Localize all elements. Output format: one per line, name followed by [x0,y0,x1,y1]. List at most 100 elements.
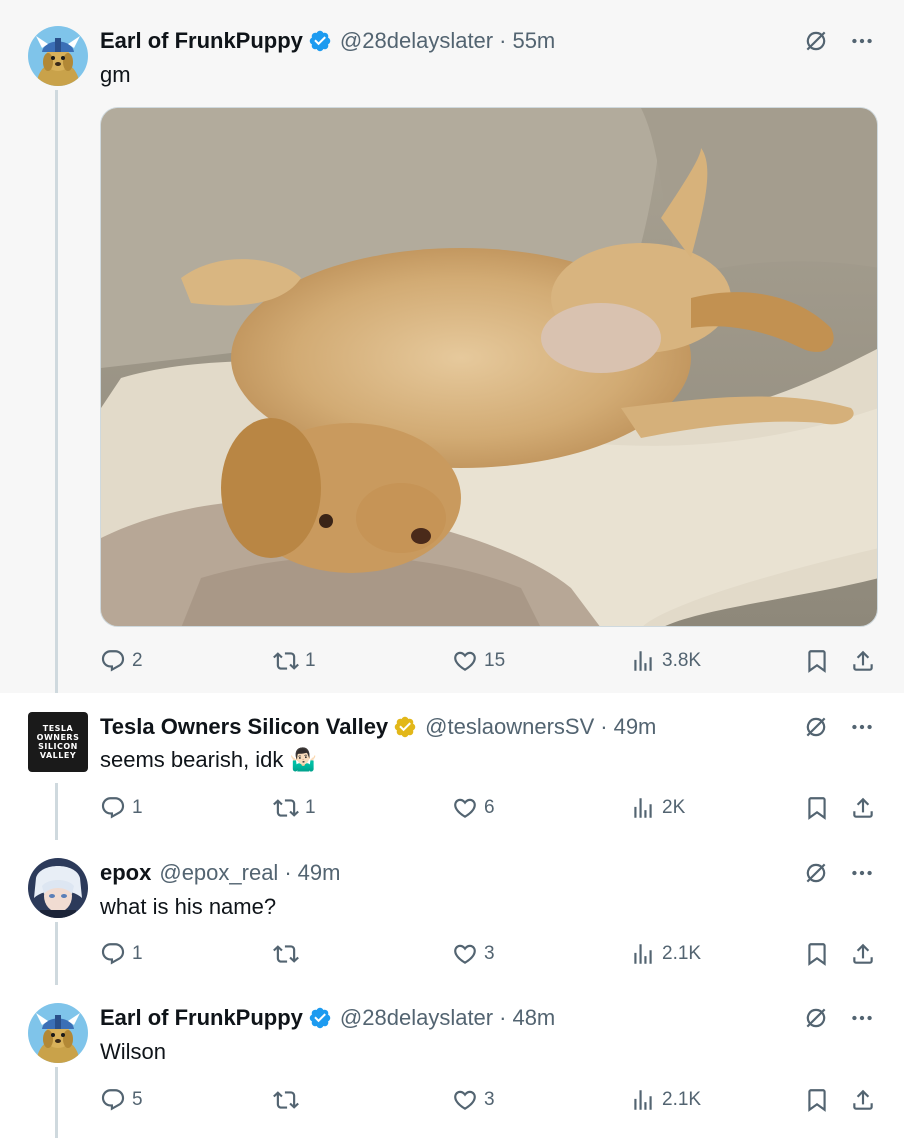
view-count: 2.1K [662,1089,702,1110]
grok-icon[interactable] [802,1004,830,1032]
reply-button[interactable]: 2 [100,646,143,676]
share-icon [850,941,876,967]
reply-button[interactable]: 5 [100,1085,143,1115]
tweet-header: Tesla Owners Silicon Valley @teslaowners… [100,712,656,742]
tweet-3[interactable]: epox @epox_real · 49m what is his name? … [0,840,904,985]
retweet-button[interactable]: 1 [273,646,316,676]
avatar[interactable]: TESLA OWNERS SILICON VALLEY [28,712,88,772]
reply-button[interactable]: 1 [100,793,143,823]
tweet-actions: 5 3 2.1K [100,1085,878,1115]
share-icon [850,795,876,821]
timestamp[interactable]: 49m [298,860,341,886]
timestamp[interactable]: 48m [512,1005,555,1031]
grok-icon[interactable] [802,859,830,887]
separator-dot: · [499,1005,507,1030]
avatar-logo-text: TESLA OWNERS SILICON VALLEY [36,724,80,760]
more-icon[interactable] [848,713,876,741]
more-icon[interactable] [848,27,876,55]
tweet-header: epox @epox_real · 49m [100,858,340,888]
separator-dot: · [499,28,507,53]
tweet-header: Earl of FrunkPuppy @28delayslater · 55m [100,26,555,56]
share-button[interactable] [850,793,876,823]
like-count: 3 [484,943,495,964]
bookmark-button[interactable] [804,793,830,823]
grok-icon[interactable] [802,27,830,55]
tweet-top-icons [802,1004,876,1032]
thread-line [55,922,58,985]
avatar[interactable] [28,858,88,918]
shrug-emoji: 🤷🏻‍♂️ [289,747,317,772]
reply-count: 2 [132,650,143,671]
reply-button[interactable]: 1 [100,939,143,969]
bookmark-icon [804,1087,830,1113]
verified-badge-icon [308,29,332,53]
tweet-actions: 1 1 6 2K [100,793,878,823]
views-icon [630,941,656,967]
views-button[interactable]: 3.8K [630,646,701,676]
retweet-count: 1 [305,797,316,818]
grok-icon[interactable] [802,713,830,741]
verified-badge-icon [308,1006,332,1030]
handle[interactable]: @epox_real [159,860,278,886]
handle[interactable]: @teslaownersSV [425,714,594,740]
views-button[interactable]: 2.1K [630,939,701,969]
tweet-4[interactable]: Earl of FrunkPuppy @28delayslater · 48m … [0,985,904,1138]
thread-line [55,1067,58,1138]
tweet-text: seems bearish, idk [100,747,284,772]
reply-icon [100,1087,126,1113]
reply-icon [100,795,126,821]
thread-line [55,90,58,693]
display-name[interactable]: epox [100,860,151,886]
retweet-count: 1 [305,650,316,671]
avatar[interactable] [28,1003,88,1063]
like-icon [452,941,478,967]
tweet-1[interactable]: Earl of FrunkPuppy @28delayslater · 55m … [0,0,904,693]
reply-count: 1 [132,797,143,818]
like-button[interactable]: 15 [452,646,505,676]
bookmark-icon [804,941,830,967]
view-count: 3.8K [662,650,702,671]
reply-icon [100,941,126,967]
display-name[interactable]: Tesla Owners Silicon Valley [100,714,388,740]
retweet-button[interactable]: 1 [273,793,316,823]
timestamp[interactable]: 55m [512,28,555,54]
like-button[interactable]: 3 [452,1085,495,1115]
display-name[interactable]: Earl of FrunkPuppy [100,1005,303,1031]
share-button[interactable] [850,1085,876,1115]
tweet-photo[interactable] [100,107,878,627]
views-button[interactable]: 2.1K [630,1085,701,1115]
retweet-icon [273,648,299,674]
bookmark-button[interactable] [804,939,830,969]
share-button[interactable] [850,939,876,969]
timestamp[interactable]: 49m [614,714,657,740]
retweet-button[interactable] [273,939,305,969]
views-icon [630,1087,656,1113]
views-button[interactable]: 2K [630,793,685,823]
tweet-top-icons [802,859,876,887]
reply-count: 5 [132,1089,143,1110]
like-button[interactable]: 6 [452,793,495,823]
retweet-icon [273,1087,299,1113]
avatar[interactable] [28,26,88,86]
bookmark-button[interactable] [804,1085,830,1115]
share-icon [850,1087,876,1113]
like-count: 6 [484,797,495,818]
display-name[interactable]: Earl of FrunkPuppy [100,28,303,54]
tweet-text: what is his name? [100,894,277,919]
retweet-button[interactable] [273,1085,305,1115]
like-count: 15 [484,650,506,671]
like-button[interactable]: 3 [452,939,495,969]
share-button[interactable] [850,646,876,676]
like-icon [452,795,478,821]
more-icon[interactable] [848,1004,876,1032]
handle[interactable]: @28delayslater [340,1005,493,1031]
tweet-actions: 2 1 15 3.8K [100,646,878,676]
view-count: 2.1K [662,943,702,964]
bookmark-button[interactable] [804,646,830,676]
tweet-2[interactable]: TESLA OWNERS SILICON VALLEY Tesla Owners… [0,693,904,840]
tweet-top-icons [802,27,876,55]
handle[interactable]: @28delayslater [340,28,493,54]
tweet-actions: 1 3 2.1K [100,939,878,969]
tweet-header: Earl of FrunkPuppy @28delayslater · 48m [100,1003,555,1033]
more-icon[interactable] [848,859,876,887]
